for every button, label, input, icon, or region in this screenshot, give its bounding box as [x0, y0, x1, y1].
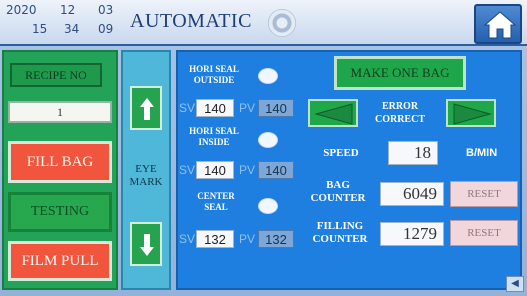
- sv-label: SV: [179, 163, 196, 177]
- arrow-down-icon: [140, 234, 154, 256]
- bag-counter-value: 6049: [380, 182, 444, 206]
- filling-counter-label: FILLING COUNTER: [312, 220, 368, 245]
- bag-counter-label: BAG COUNTER: [310, 179, 366, 204]
- pv-label: PV: [239, 101, 256, 115]
- error-correct-left-button[interactable]: [308, 99, 358, 127]
- make-one-bag-button[interactable]: MAKE ONE BAG: [334, 56, 466, 90]
- triangle-left-icon: [314, 103, 353, 125]
- filling-counter-value: 1279: [380, 222, 444, 246]
- filling-counter-reset-button[interactable]: RESET: [450, 220, 518, 246]
- center-seal-label: CENTER SEAL: [197, 191, 235, 212]
- pv-label: PV: [239, 232, 256, 246]
- hori-seal-inside-sv[interactable]: 140: [196, 161, 234, 179]
- hori-seal-outside-pv: 140: [258, 99, 294, 117]
- film-pull-button[interactable]: FILM PULL: [8, 241, 112, 281]
- pv-label: PV: [239, 163, 256, 177]
- sv-label: SV: [179, 101, 196, 115]
- arrow-up-icon: [140, 98, 154, 120]
- home-button[interactable]: [474, 4, 522, 44]
- center-seal-sv[interactable]: 132: [196, 230, 234, 248]
- sv-label: SV: [179, 232, 196, 246]
- back-arrow-icon[interactable]: ◀: [506, 276, 524, 292]
- hori-seal-outside-indicator: [258, 68, 278, 84]
- recipe-no-label: RECIPE NO: [10, 63, 102, 87]
- hori-seal-outside-label: HORI SEAL OUTSIDE: [189, 64, 239, 85]
- speed-label: SPEED: [323, 147, 359, 159]
- hori-seal-outside-sv[interactable]: 140: [196, 99, 234, 117]
- speed-input[interactable]: 18: [388, 141, 438, 165]
- error-correct-label: ERROR CORRECT: [374, 101, 425, 125]
- header-bar: 2020 12 03 15 34 09 AUTOMATIC: [0, 0, 527, 46]
- date-year: 2020: [6, 3, 37, 17]
- eye-mark-up-button[interactable]: [130, 86, 162, 130]
- hori-seal-inside-pv: 140: [258, 161, 294, 179]
- error-correct-right-button[interactable]: [446, 99, 496, 127]
- center-seal-indicator: [258, 198, 278, 214]
- time-hour: 15: [32, 22, 48, 36]
- bag-counter-reset-button[interactable]: RESET: [450, 181, 518, 207]
- hori-seal-inside-indicator: [258, 132, 278, 148]
- recipe-no-input[interactable]: 1: [8, 101, 112, 123]
- mode-title: AUTOMATIC: [130, 10, 252, 32]
- time-second: 09: [98, 22, 114, 36]
- status-ring-icon: [268, 9, 296, 37]
- center-seal-pv: 132: [258, 230, 294, 248]
- date-day: 03: [98, 3, 114, 17]
- testing-button[interactable]: TESTING: [8, 192, 112, 232]
- date-month: 12: [60, 3, 76, 17]
- speed-unit: B/MIN: [466, 147, 498, 159]
- eye-mark-label: EYE MARK: [129, 163, 163, 188]
- hmi-screen: 2020 12 03 15 34 09 AUTOMATIC RECIPE NO …: [0, 0, 527, 296]
- time-minute: 34: [64, 22, 80, 36]
- triangle-right-icon: [453, 103, 492, 125]
- fill-bag-button[interactable]: FILL BAG: [8, 141, 112, 183]
- eye-mark-down-button[interactable]: [130, 222, 162, 266]
- home-icon: [483, 11, 517, 39]
- hori-seal-inside-label: HORI SEAL INSIDE: [189, 126, 239, 147]
